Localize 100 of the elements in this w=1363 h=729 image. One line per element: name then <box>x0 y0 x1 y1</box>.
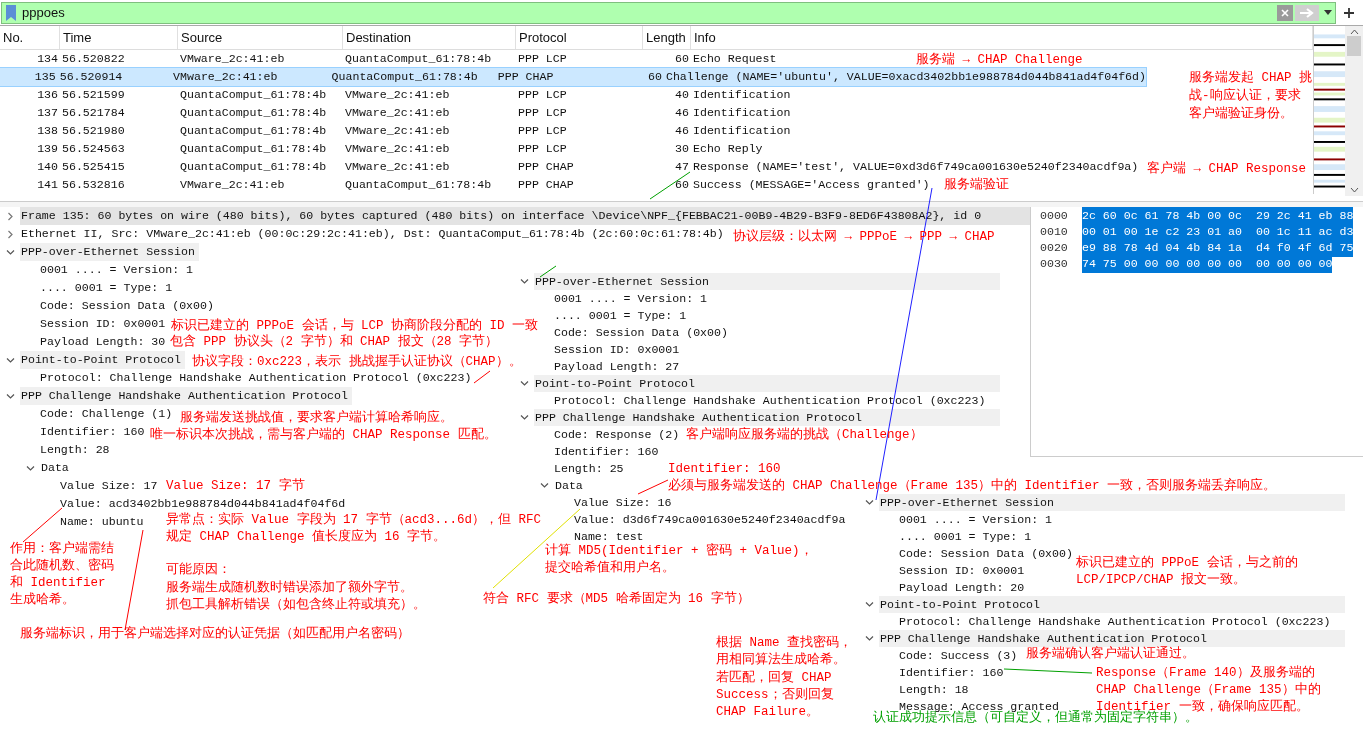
annotation: LCP/IPCP/CHAP 报文一致。 <box>1076 572 1247 589</box>
hex-offset: 0010 <box>1039 224 1069 241</box>
tree-field[interactable]: Protocol: Challenge Handshake Authentication Protocol (0xc223) <box>899 612 1331 631</box>
tree-field[interactable]: Value Size: 17 <box>60 477 158 495</box>
packet-cell-text: Identification <box>693 105 791 122</box>
tree-field[interactable]: Identifier: 160 <box>40 423 145 441</box>
clear-button[interactable] <box>1277 4 1293 21</box>
scrollbar-thumb[interactable] <box>1347 36 1361 56</box>
tree-header[interactable]: Data <box>40 459 69 477</box>
scroll-down-icon[interactable] <box>1349 187 1359 193</box>
annotation: 用相同算法生成哈希。 <box>716 652 846 670</box>
tree-field[interactable]: Code: Response (2) <box>554 425 680 444</box>
packet-row[interactable]: 135 56.520914 VMware_2c:41:eb QuantaComput_61:78:4b PPP CHAP 60 Challenge (NAME='ubuntu', VALUE=0xacd3402bb1e988784d044b841ad4f04f6d) <box>0 68 1146 86</box>
tree-header[interactable]: Data <box>554 477 583 494</box>
tree-field[interactable]: Code: Session Data (0x00) <box>899 544 1073 563</box>
column-header[interactable]: Destination <box>343 26 516 49</box>
annotation: 可能原因： <box>166 562 231 579</box>
tree-field[interactable]: Session ID: 0x0001 <box>899 561 1025 580</box>
tree-header[interactable]: PPP Challenge Handshake Authentication Protocol <box>20 387 352 405</box>
tree-field[interactable]: Session ID: 0x0001 <box>554 340 680 359</box>
chevron-icon[interactable] <box>865 600 874 609</box>
packet-cell-text: QuantaComput_61:78:4b <box>180 105 327 122</box>
chevron-icon[interactable] <box>540 481 549 490</box>
tree-field[interactable]: Code: Success (3) <box>899 646 1018 665</box>
tree-header[interactable]: Point-to-Point Protocol <box>534 375 1000 392</box>
tree-field[interactable]: Code: Session Data (0x00) <box>40 297 214 315</box>
chevron-icon[interactable] <box>26 463 35 473</box>
column-header[interactable]: Info <box>691 26 1313 49</box>
tree-header[interactable]: Ethernet II, Src: VMware_2c:41:eb (00:0c:29:2c:41:eb), Dst: QuantaComput_61:78:4b (2c:60:0c:61:78:4b) <box>20 225 724 243</box>
tree-header[interactable]: Point-to-Point Protocol <box>20 351 186 369</box>
annotation: 服务端生成随机数时错误添加了额外字节。 <box>166 579 413 597</box>
column-header[interactable]: Time <box>60 26 178 49</box>
tree-field[interactable]: Code: Challenge (1) <box>40 405 173 423</box>
packet-cell-text: 60 <box>648 69 662 86</box>
tree-field[interactable]: Payload Length: 20 <box>899 578 1025 597</box>
scrollbar[interactable] <box>1345 26 1363 196</box>
annotation: 抓包工具解析错误（如包含终止符或填充）。 <box>166 597 426 614</box>
tree-field[interactable]: Payload Length: 27 <box>554 357 680 376</box>
tree-field[interactable]: .... 0001 = Type: 1 <box>40 279 173 297</box>
packet-cell-text: 46 <box>675 105 689 122</box>
packet-cell-text: PPP CHAP <box>497 69 554 86</box>
tree-header[interactable]: PPP-over-Ethernet Session <box>20 243 199 261</box>
tree-field[interactable]: Name: test <box>574 527 644 546</box>
tree-field[interactable]: Identifier: 160 <box>554 442 659 461</box>
packet-cell-text: 56.521784 <box>62 105 125 122</box>
hex-offset: 0020 <box>1039 240 1069 257</box>
tree-field[interactable]: Length: 18 <box>899 680 969 699</box>
tree-header[interactable]: Frame 135: 60 bytes on wire (480 bits), 60 bytes captured (480 bits) on interface \Device\NPF_{FEBBAC21-00B9-4B29-B3F9-8ED6F43808A2}, id 0 <box>20 207 1030 225</box>
tree-field[interactable]: Value Size: 16 <box>574 493 672 512</box>
tree-field[interactable]: Code: Session Data (0x00) <box>554 323 728 342</box>
packet-cell-text: 56.521599 <box>62 87 125 104</box>
packet-cell-text: Challenge (NAME='ubuntu', VALUE=0xacd3402bb1e988784d044b841ad4f04f6d) <box>665 69 1146 86</box>
bookmark-icon[interactable] <box>6 4 16 21</box>
tree-field[interactable]: 0001 .... = Version: 1 <box>40 261 194 279</box>
chevron-icon[interactable] <box>520 413 529 422</box>
tree-field[interactable]: Protocol: Challenge Handshake Authentication Protocol (0xc223) <box>40 369 472 387</box>
tree-field[interactable]: Length: 28 <box>40 441 110 459</box>
tree-header[interactable]: PPP Challenge Handshake Authentication Protocol <box>879 630 1345 647</box>
tree-field[interactable]: Session ID: 0x0001 <box>40 315 166 333</box>
annotation: 标识已建立的 PPPoE 会话，与 LCP 协商阶段分配的 ID 一致 <box>171 318 539 334</box>
annotation: CHAP Failure。 <box>716 704 819 722</box>
hex-bytes[interactable]: 74 75 00 00 00 00 00 00 00 00 00 00 <box>1082 255 1333 273</box>
annotation: 客户端响应服务端的挑战（Challenge） <box>686 427 923 444</box>
column-header[interactable]: No. <box>0 26 60 49</box>
chevron-icon[interactable] <box>865 498 874 507</box>
column-header[interactable]: Protocol <box>516 26 643 49</box>
chevron-icon[interactable] <box>865 634 874 643</box>
tree-field[interactable]: Payload Length: 30 <box>40 333 166 351</box>
tree-field[interactable]: Length: 25 <box>554 459 624 478</box>
tree-field[interactable]: .... 0001 = Type: 1 <box>554 306 687 325</box>
chevron-icon[interactable] <box>6 391 15 401</box>
tree-header[interactable]: PPP Challenge Handshake Authentication Protocol <box>534 409 1000 426</box>
tree-field[interactable]: Identifier: 160 <box>899 663 1004 682</box>
tree-field[interactable]: 0001 .... = Version: 1 <box>554 289 708 308</box>
annotation: 提交哈希值和用户名。 <box>545 560 675 577</box>
packet-cell-text: QuantaComput_61:78:4b <box>345 177 492 194</box>
tree-field[interactable]: 0001 .... = Version: 1 <box>899 510 1053 529</box>
tree-header[interactable]: PPP-over-Ethernet Session <box>534 273 1000 290</box>
tree-header[interactable]: PPP-over-Ethernet Session <box>879 494 1345 511</box>
column-header[interactable]: Length <box>643 26 691 49</box>
chevron-icon[interactable] <box>520 277 529 286</box>
tree-field[interactable]: Value: acd3402bb1e988784d044b841ad4f04f6d <box>60 495 346 513</box>
tree-field[interactable]: .... 0001 = Type: 1 <box>899 527 1032 546</box>
packet-cell-text: VMware_2c:41:eb <box>173 69 278 86</box>
column-header[interactable]: Source <box>178 26 343 49</box>
tree-field[interactable]: Name: ubuntu <box>60 513 144 531</box>
packet-cell-text: QuantaComput_61:78:4b <box>345 51 492 68</box>
annotation: 协议字段：0xc223，表示 挑战握手认证协议（CHAP）。 <box>192 354 522 371</box>
tree-header[interactable]: Point-to-Point Protocol <box>879 596 1345 613</box>
annotation: 协议层级：以太网 → PPPoE → PPP → CHAP <box>733 228 995 246</box>
chevron-icon[interactable] <box>6 355 15 365</box>
scroll-up-icon[interactable] <box>1349 29 1359 35</box>
annotation: Value Size: 17 字节 <box>166 478 305 495</box>
tree-field[interactable]: Value: d3d6f749ca001630e5240f2340acdf9a <box>574 510 846 529</box>
packet-cell-text: QuantaComput_61:78:4b <box>331 69 478 86</box>
leader-line <box>649 171 691 200</box>
packet-cell-text: VMware_2c:41:eb <box>345 141 450 158</box>
tree-field[interactable]: Protocol: Challenge Handshake Authentication Protocol (0xc223) <box>554 391 986 410</box>
packet-cell-text: 56.521980 <box>62 123 125 140</box>
chevron-icon[interactable] <box>520 379 529 388</box>
